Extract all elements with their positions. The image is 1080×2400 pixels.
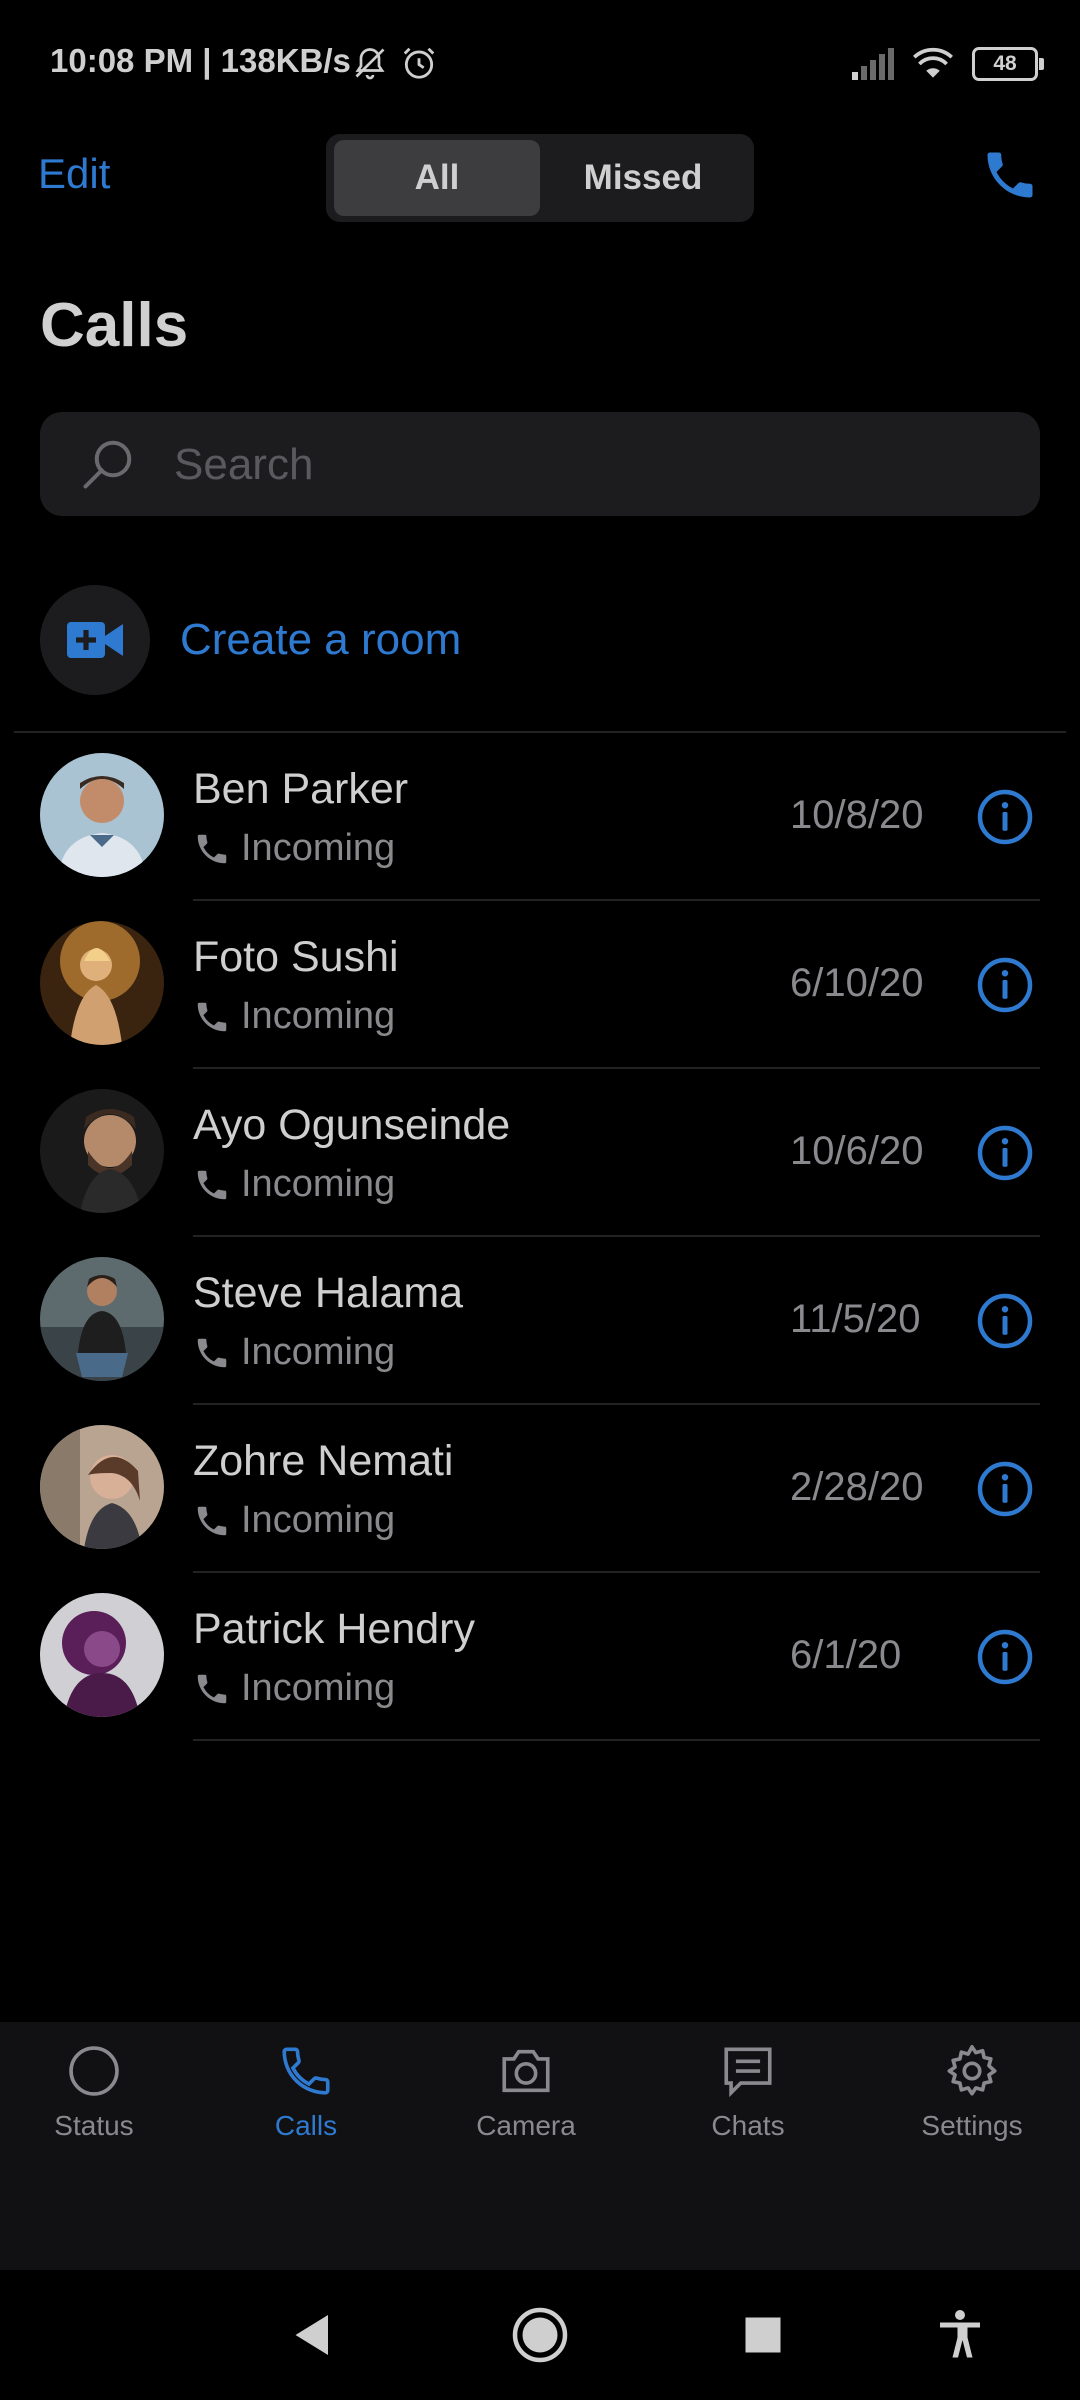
tab-chats[interactable]: Chats <box>648 2042 848 2172</box>
contact-name: Ben Parker <box>193 765 409 813</box>
tab-camera[interactable]: Camera <box>426 2042 626 2172</box>
avatar[interactable] <box>40 1593 164 1717</box>
search-bar[interactable] <box>40 412 1040 518</box>
battery-indicator: 48 <box>972 47 1044 81</box>
segment-all[interactable]: All <box>334 140 540 216</box>
call-type-label: Incoming <box>241 827 396 869</box>
call-type-label: Incoming <box>241 1499 396 1541</box>
call-type: Incoming <box>193 995 395 1038</box>
call-filter-segmented-control: All Missed <box>326 134 754 222</box>
call-date: 6/1/20 <box>790 1633 902 1677</box>
search-input[interactable] <box>172 412 1016 518</box>
call-type: Incoming <box>193 827 395 870</box>
accessibility-icon[interactable] <box>930 2305 990 2365</box>
info-icon[interactable] <box>975 1459 1035 1519</box>
create-room-label[interactable]: Create a room <box>180 615 461 665</box>
search-icon <box>83 440 132 489</box>
gear-icon <box>947 2045 997 2096</box>
call-type: Incoming <box>193 1163 395 1206</box>
signal-icon <box>852 48 894 80</box>
phone-icon <box>197 1002 227 1031</box>
avatar[interactable] <box>40 1089 164 1213</box>
info-icon[interactable] <box>975 955 1035 1015</box>
phone-icon <box>197 1170 227 1199</box>
alarm-icon <box>403 47 435 79</box>
tab-calls[interactable]: Calls <box>206 2042 406 2172</box>
new-call-icon[interactable] <box>980 145 1040 205</box>
call-type-label: Incoming <box>241 995 396 1037</box>
wifi-icon <box>913 47 953 78</box>
call-date: 10/8/20 <box>790 793 924 837</box>
call-type-label: Incoming <box>241 1331 396 1373</box>
phone-icon <box>197 834 227 863</box>
recents-icon[interactable] <box>733 2305 793 2365</box>
phone-icon <box>282 2047 330 2095</box>
info-icon[interactable] <box>975 1123 1035 1183</box>
contact-name: Steve Halama <box>193 1269 464 1317</box>
call-type: Incoming <box>193 1499 395 1542</box>
call-date: 6/10/20 <box>790 961 924 1005</box>
call-row[interactable]: Patrick Hendry Incoming 6/1/20 <box>0 1573 1080 1741</box>
back-icon[interactable] <box>283 2305 343 2365</box>
contact-name: Zohre Nemati <box>193 1437 454 1485</box>
call-date: 11/5/20 <box>790 1297 921 1341</box>
call-type: Incoming <box>193 1667 395 1710</box>
page-title: Calls <box>40 291 189 360</box>
create-room-row[interactable]: Create a room <box>40 585 1040 695</box>
status-icons: 48 <box>850 44 1044 84</box>
call-date: 10/6/20 <box>790 1129 924 1173</box>
camera-icon <box>502 2049 550 2093</box>
phone-icon <box>197 1338 227 1367</box>
call-row[interactable]: Zohre Nemati Incoming 2/28/20 <box>0 1405 1080 1573</box>
create-room-button[interactable] <box>40 585 150 695</box>
tab-label: Chats <box>711 2110 785 2141</box>
calls-list: Ben Parker Incoming 10/8/20 Foto Sushi I… <box>0 733 1080 1741</box>
tab-label: Camera <box>476 2110 576 2141</box>
contact-name: Patrick Hendry <box>193 1605 475 1653</box>
contact-name: Foto Sushi <box>193 933 399 981</box>
info-icon[interactable] <box>975 1627 1035 1687</box>
info-icon[interactable] <box>975 1291 1035 1351</box>
mute-bell-icon <box>355 48 385 80</box>
tab-settings[interactable]: Settings <box>872 2042 1072 2172</box>
row-divider <box>193 1739 1040 1741</box>
avatar[interactable] <box>40 1425 164 1549</box>
info-icon[interactable] <box>975 787 1035 847</box>
tab-status[interactable]: Status <box>0 2042 194 2172</box>
avatar[interactable] <box>40 921 164 1045</box>
chat-bubble-icon <box>724 2047 772 2098</box>
call-row[interactable]: Foto Sushi Incoming 6/10/20 <box>0 901 1080 1069</box>
edit-button[interactable]: Edit <box>38 150 110 198</box>
home-icon[interactable] <box>510 2305 570 2365</box>
avatar[interactable] <box>40 753 164 877</box>
call-row[interactable]: Ayo Ogunseinde Incoming 10/6/20 <box>0 1069 1080 1237</box>
system-navigation-bar <box>0 2270 1080 2400</box>
status-time: 10:08 PM | 138KB/s <box>50 42 351 79</box>
status-circle-icon <box>69 2046 119 2096</box>
call-row[interactable]: Ben Parker Incoming 10/8/20 <box>0 733 1080 901</box>
tab-label: Calls <box>274 2110 338 2141</box>
video-add-icon <box>67 622 123 658</box>
phone-icon <box>197 1506 227 1535</box>
tab-label: Status <box>54 2110 134 2141</box>
call-type-label: Incoming <box>241 1667 396 1709</box>
call-type-label: Incoming <box>241 1163 396 1205</box>
bottom-tab-bar: Status Calls Camera Chats Settings <box>0 2022 1080 2270</box>
avatar[interactable] <box>40 1257 164 1381</box>
call-date: 2/28/20 <box>790 1465 924 1509</box>
call-row[interactable]: Steve Halama Incoming 11/5/20 <box>0 1237 1080 1405</box>
status-bar: 10:08 PM | 138KB/s 48 <box>0 0 1080 120</box>
contact-name: Ayo Ogunseinde <box>193 1101 511 1149</box>
phone-icon <box>197 1674 227 1703</box>
segment-missed[interactable]: Missed <box>540 140 746 216</box>
call-type: Incoming <box>193 1331 395 1374</box>
tab-label: Settings <box>921 2110 1023 2141</box>
